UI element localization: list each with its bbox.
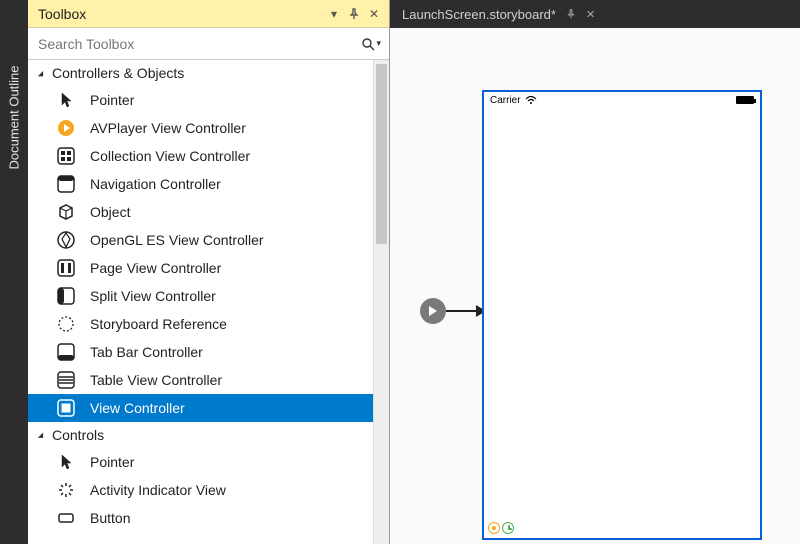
scroll-thumb[interactable] [376, 64, 387, 244]
toolbox-item-label: Table View Controller [90, 372, 222, 388]
scene-footer-icons [488, 522, 514, 534]
tab-pin-icon[interactable] [566, 9, 576, 19]
document-tab[interactable]: LaunchScreen.storyboard* ✕ [390, 0, 603, 28]
document-tabstrip: LaunchScreen.storyboard* ✕ [390, 0, 800, 28]
toolbox-search: ▾ [28, 28, 389, 60]
object-icon [56, 202, 76, 222]
toolbox-item-label: Split View Controller [90, 288, 216, 304]
group-label: Controls [52, 427, 104, 443]
document-outline-tab[interactable]: Document Outline [0, 0, 28, 544]
dropdown-icon[interactable]: ▾ [325, 5, 343, 23]
toolbox-item-label: View Controller [90, 400, 185, 416]
tab-close-icon[interactable]: ✕ [586, 8, 595, 21]
storyboardref-icon [56, 314, 76, 334]
toolbox-item[interactable]: Pointer [28, 86, 373, 114]
toolbox-titlebar: Toolbox ▾ ✕ [28, 0, 389, 28]
toolbox-item-label: Storyboard Reference [90, 316, 227, 332]
toolbox-item[interactable]: Table View Controller [28, 366, 373, 394]
document-outline-label: Document Outline [7, 65, 22, 169]
tabbar-icon [56, 342, 76, 362]
toolbox-item-label: Navigation Controller [90, 176, 221, 192]
search-input[interactable] [38, 36, 361, 52]
activity-icon [56, 480, 76, 500]
page-icon [56, 258, 76, 278]
toolbox-item-label: OpenGL ES View Controller [90, 232, 264, 248]
exit-icon[interactable] [502, 522, 514, 534]
group-header[interactable]: ◢ Controllers & Objects [28, 60, 373, 86]
toolbox-item[interactable]: AVPlayer View Controller [28, 114, 373, 142]
toolbox-item[interactable]: Object [28, 198, 373, 226]
designer-area: LaunchScreen.storyboard* ✕ Carrier [390, 0, 800, 544]
collection-icon [56, 146, 76, 166]
toolbox-item[interactable]: Collection View Controller [28, 142, 373, 170]
toolbox-item[interactable]: Page View Controller [28, 254, 373, 282]
search-icon[interactable]: ▾ [361, 37, 381, 51]
carrier-label: Carrier [490, 95, 521, 106]
toolbox-panel: Toolbox ▾ ✕ ▾ ◢ Controllers & Objects Poin… [28, 0, 390, 544]
group-label: Controllers & Objects [52, 65, 184, 81]
button-icon [56, 508, 76, 528]
group-header[interactable]: ◢ Controls [28, 422, 373, 448]
toolbox-scrollbar[interactable] [373, 60, 389, 544]
wifi-icon [525, 96, 537, 105]
toolbox-item-label: Tab Bar Controller [90, 344, 203, 360]
toolbox-item-label: Collection View Controller [90, 148, 250, 164]
navigation-icon [56, 174, 76, 194]
toolbox-item[interactable]: Button [28, 504, 373, 532]
toolbox-item-label: Object [90, 204, 130, 220]
toolbox-item[interactable]: Activity Indicator View [28, 476, 373, 504]
avplayer-icon [56, 118, 76, 138]
pointer-icon [56, 90, 76, 110]
pin-icon[interactable] [345, 5, 363, 23]
toolbox-item-label: Button [90, 510, 130, 526]
arrow-icon [446, 310, 484, 312]
toolbox-item-label: Pointer [90, 454, 134, 470]
view-controller-scene[interactable]: Carrier [482, 90, 762, 540]
split-icon [56, 286, 76, 306]
document-tab-label: LaunchScreen.storyboard* [402, 7, 556, 22]
toolbox-title: Toolbox [38, 6, 86, 22]
toolbox-item[interactable]: OpenGL ES View Controller [28, 226, 373, 254]
battery-icon [736, 96, 754, 104]
opengl-icon [56, 230, 76, 250]
pointer-icon [56, 452, 76, 472]
table-icon [56, 370, 76, 390]
toolbox-item-label: Activity Indicator View [90, 482, 226, 498]
toolbox-item[interactable]: Pointer [28, 448, 373, 476]
caret-icon: ◢ [38, 69, 46, 77]
toolbox-item-label: Pointer [90, 92, 134, 108]
caret-icon: ◢ [38, 431, 46, 439]
toolbox-item[interactable]: Navigation Controller [28, 170, 373, 198]
toolbox-item-label: AVPlayer View Controller [90, 120, 246, 136]
first-responder-icon[interactable] [488, 522, 500, 534]
entry-point-node-icon [420, 298, 446, 324]
toolbox-item[interactable]: Tab Bar Controller [28, 338, 373, 366]
close-icon[interactable]: ✕ [365, 5, 383, 23]
toolbox-list: ◢ Controllers & Objects Pointer AVPlayer Vi… [28, 60, 373, 544]
toolbox-item[interactable]: Split View Controller [28, 282, 373, 310]
design-canvas[interactable]: Carrier [390, 28, 800, 544]
toolbox-item[interactable]: Storyboard Reference [28, 310, 373, 338]
entry-point-arrow[interactable] [420, 298, 484, 324]
toolbox-item[interactable]: View Controller [28, 394, 373, 422]
view-icon [56, 398, 76, 418]
toolbox-item-label: Page View Controller [90, 260, 221, 276]
status-bar: Carrier [484, 92, 760, 108]
